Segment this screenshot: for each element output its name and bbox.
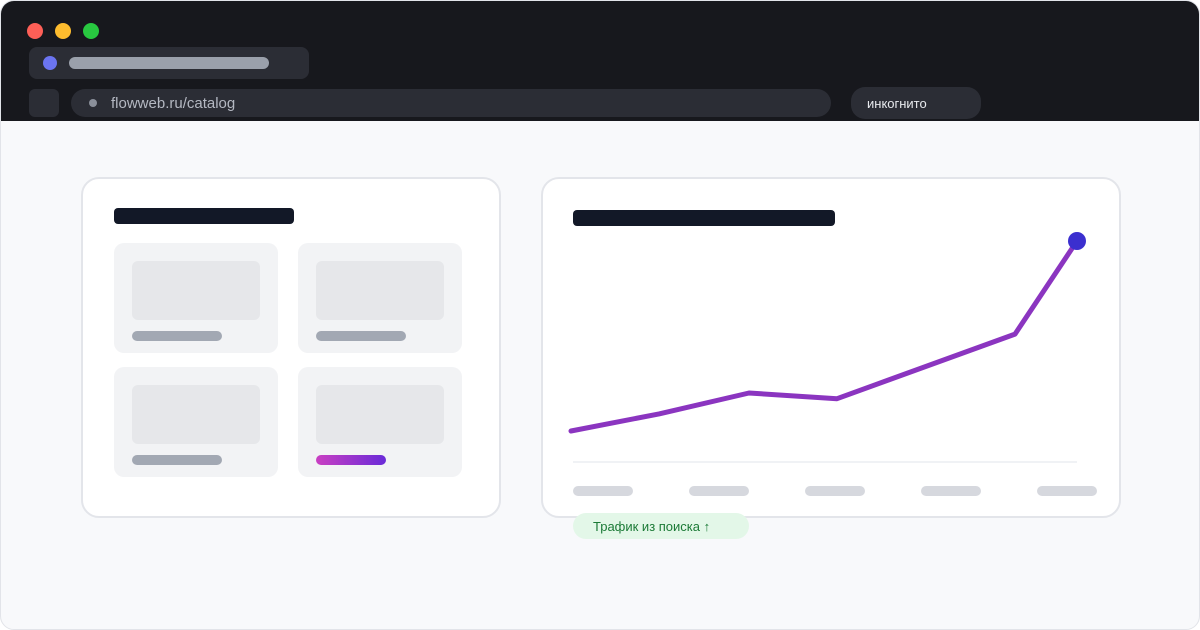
catalog-card	[81, 177, 501, 518]
search-traffic-badge: Трафик из поиска ↑	[573, 513, 749, 539]
search-traffic-badge-label: Трафик из поиска ↑	[593, 519, 711, 534]
catalog-tile[interactable]	[114, 243, 278, 353]
catalog-tile[interactable]	[114, 367, 278, 477]
browser-tab[interactable]	[29, 47, 309, 79]
tile-label-placeholder	[316, 331, 406, 341]
traffic-series-line	[568, 238, 1080, 434]
tile-thumbnail	[316, 261, 444, 320]
x-tick-label-placeholder	[689, 486, 749, 496]
maximize-window-button[interactable]	[83, 23, 99, 39]
catalog-tile[interactable]	[298, 243, 462, 353]
tile-accent-label	[316, 455, 386, 465]
tab-favicon-icon	[43, 56, 57, 70]
incognito-label: инкогнито	[867, 96, 927, 111]
tile-thumbnail	[132, 261, 260, 320]
site-info-icon	[89, 99, 97, 107]
browser-chrome: flowweb.ru/catalog инкогнито	[1, 1, 1199, 121]
x-tick-label-placeholder	[921, 486, 981, 496]
tab-title-placeholder	[69, 57, 269, 69]
minimize-window-button[interactable]	[55, 23, 71, 39]
address-url: flowweb.ru/catalog	[111, 95, 236, 112]
traffic-line-chart	[568, 232, 1097, 496]
catalog-tile-highlighted[interactable]	[298, 367, 462, 477]
x-tick-label-placeholder	[573, 486, 633, 496]
tile-thumbnail	[132, 385, 260, 444]
tile-label-placeholder	[132, 331, 222, 341]
address-bar[interactable]: flowweb.ru/catalog	[71, 89, 831, 117]
catalog-heading-placeholder	[114, 208, 294, 224]
series-endpoint-marker[interactable]	[1068, 232, 1086, 250]
x-tick-label-placeholder	[1037, 486, 1097, 496]
tile-label-placeholder	[132, 455, 222, 465]
close-window-button[interactable]	[27, 23, 43, 39]
nav-button[interactable]	[29, 89, 59, 117]
browser-window: flowweb.ru/catalog инкогнито Трафик из п…	[0, 0, 1200, 630]
incognito-indicator[interactable]: инкогнито	[851, 87, 981, 119]
traffic-chart-card	[541, 177, 1121, 518]
tile-thumbnail	[316, 385, 444, 444]
x-tick-label-placeholder	[805, 486, 865, 496]
